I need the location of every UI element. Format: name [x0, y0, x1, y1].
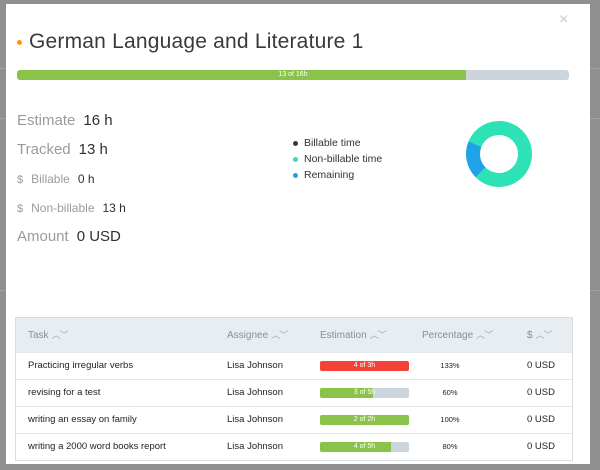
amount-label: Amount [17, 228, 69, 245]
task-details-modal: × German Language and Literature 1 13 of… [6, 4, 590, 464]
sort-icon: ︿﹀ [271, 330, 288, 340]
legend-dot-icon [293, 156, 298, 162]
column-header-label: Estimation [320, 330, 367, 341]
billable-label: Billable [31, 172, 70, 186]
task-name: Practicing irregular verbs [28, 360, 134, 371]
task-amount: 0 USD [527, 414, 555, 425]
task-percentage: 133% [440, 361, 460, 370]
task-name: writing an essay on family [28, 414, 137, 425]
estimation-bar: 2 of 2h [320, 415, 409, 425]
task-amount: 0 USD [527, 360, 555, 371]
overall-progress-bar: 13 of 16h [17, 70, 569, 80]
modal-title: German Language and Literature 1 [29, 30, 364, 53]
column-header-label: Task [28, 330, 49, 341]
estimate-label: Estimate [17, 112, 76, 129]
legend-item-remaining: Remaining [293, 167, 382, 183]
dollar-icon: $ [17, 203, 24, 215]
billable-stat: $ Billable 0 h [17, 172, 95, 186]
task-name: writing a 2000 word books report [28, 441, 166, 452]
task-assignee: Lisa Johnson [227, 441, 283, 452]
table-row[interactable]: writing an essay on family Lisa Johnson … [16, 406, 572, 433]
table-row[interactable]: revising for a test Lisa Johnson 3 of 5h… [16, 379, 572, 406]
task-percentage: 100% [440, 415, 460, 424]
column-header-task[interactable]: Task ︿﹀ [28, 318, 69, 353]
table-row[interactable]: Practicing irregular verbs Lisa Johnson … [16, 352, 572, 379]
overall-progress-label: 13 of 16h [278, 71, 308, 78]
chart-legend: Billable time Non-billable time Remainin… [293, 135, 382, 183]
dollar-icon: $ [17, 174, 24, 186]
column-header-label: Percentage [422, 330, 474, 341]
column-header-assignee[interactable]: Assignee ︿﹀ [227, 318, 288, 353]
legend-dot-icon [293, 172, 298, 178]
sort-icon: ︿﹀ [476, 330, 493, 340]
time-donut-chart [466, 121, 532, 187]
task-assignee: Lisa Johnson [227, 414, 283, 425]
column-header-estimation[interactable]: Estimation ︿﹀ [320, 318, 387, 353]
task-assignee: Lisa Johnson [227, 387, 283, 398]
tracked-label: Tracked [17, 141, 71, 158]
amount-value: 0 USD [76, 228, 121, 245]
column-header-amount[interactable]: $ ︿﹀ [527, 318, 553, 353]
nonbillable-value: 13 h [102, 201, 126, 215]
estimation-bar: 4 of 5h [320, 442, 409, 452]
column-header-percentage[interactable]: Percentage ︿﹀ [422, 318, 493, 353]
sort-icon: ︿﹀ [535, 330, 553, 340]
legend-label: Billable time [304, 137, 361, 149]
task-percentage: 80% [442, 442, 458, 451]
nonbillable-label: Non-billable [31, 201, 95, 215]
close-icon[interactable]: × [559, 12, 568, 28]
billable-value: 0 h [77, 172, 95, 186]
legend-label: Non-billable time [304, 153, 383, 165]
legend-item-billable: Billable time [293, 135, 382, 151]
column-header-label: $ [527, 330, 533, 341]
task-amount: 0 USD [527, 441, 555, 452]
estimation-label: 3 of 5h [353, 389, 376, 396]
legend-label: Remaining [304, 169, 355, 181]
legend-dot-icon [293, 140, 298, 146]
tasks-table: Task ︿﹀ Assignee ︿﹀ Estimation ︿﹀ Percentag… [15, 317, 573, 461]
estimation-label: 4 of 5h [353, 443, 376, 450]
task-percentage: 60% [442, 388, 458, 397]
nonbillable-stat: $ Non-billable 13 h [17, 201, 126, 215]
estimate-stat: Estimate 16 h [17, 112, 113, 129]
sort-icon: ︿﹀ [51, 330, 69, 340]
status-dot-icon [17, 39, 22, 45]
estimation-bar: 3 of 5h [320, 388, 409, 398]
sort-icon: ︿﹀ [369, 330, 387, 340]
task-name: revising for a test [28, 387, 101, 398]
estimation-label: 4 of 3h [353, 362, 376, 369]
legend-item-nonbillable: Non-billable time [293, 151, 382, 167]
tracked-stat: Tracked 13 h [17, 141, 108, 158]
estimation-label: 2 of 2h [353, 416, 376, 423]
estimation-bar: 4 of 3h [320, 361, 409, 371]
modal-header: German Language and Literature 1 [17, 30, 363, 54]
task-amount: 0 USD [527, 387, 555, 398]
estimate-value: 16 h [83, 112, 113, 129]
column-header-label: Assignee [227, 330, 269, 341]
task-assignee: Lisa Johnson [227, 360, 283, 371]
table-header: Task ︿﹀ Assignee ︿﹀ Estimation ︿﹀ Percentag… [16, 318, 572, 352]
tracked-value: 13 h [78, 141, 108, 158]
amount-stat: Amount 0 USD [17, 228, 121, 245]
table-row[interactable]: writing a 2000 word books report Lisa Jo… [16, 433, 572, 460]
